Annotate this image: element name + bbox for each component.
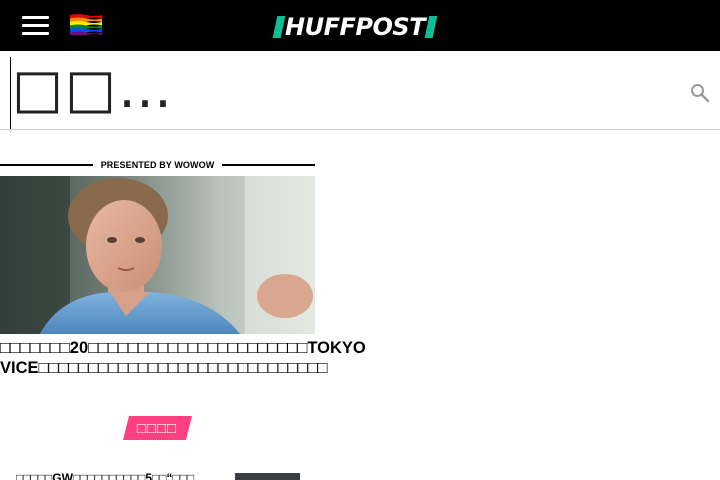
logo-right-bar <box>424 16 438 38</box>
category-tag[interactable]: □□□□ <box>123 416 192 440</box>
huffpost-logo[interactable]: HUFFPOST <box>272 13 438 41</box>
next-article-title[interactable]: □□□□□GW□□□□□□□□□□5□□“□□□ <box>16 471 226 480</box>
sponsor-text: PRESENTED BY WOWOW <box>100 160 215 170</box>
article-headline[interactable]: □□□□□□□20□□□□□□□□□□□□□□□□□□□□□□TOKYO VIC… <box>0 338 366 378</box>
article-image[interactable] <box>0 176 315 334</box>
next-article-thumbnail[interactable] <box>235 473 300 480</box>
divider-right <box>222 164 316 166</box>
hamburger-menu-icon[interactable] <box>22 15 49 35</box>
pride-flag-icon[interactable] <box>70 13 102 35</box>
search-input[interactable]: □□… <box>12 59 174 119</box>
logo-text: HUFFPOST <box>285 13 426 41</box>
search-icon[interactable] <box>690 83 710 103</box>
divider-left <box>0 164 93 166</box>
logo-left-bar <box>272 16 286 38</box>
top-navigation-bar: HUFFPOST <box>0 0 720 51</box>
text-cursor <box>10 57 11 129</box>
category-tag-label: □□□□ <box>137 419 178 437</box>
search-bar: □□… <box>0 51 720 130</box>
sponsor-label: PRESENTED BY WOWOW <box>0 158 316 172</box>
